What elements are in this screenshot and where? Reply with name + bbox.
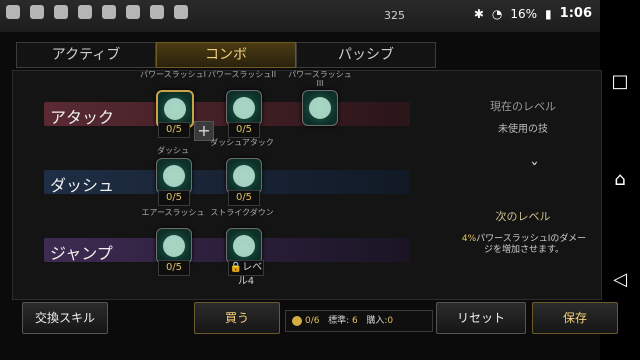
purchase-label: 購入: (366, 316, 388, 326)
skill-level: 0/5 (228, 190, 260, 206)
skill-level: 0/5 (158, 122, 190, 138)
notification-icon (150, 5, 164, 19)
dash-icon (163, 165, 185, 187)
skill-name: パワースラッシュI (140, 70, 206, 79)
notification-icon (54, 5, 68, 19)
chevron-down-icon: ˇ (530, 160, 539, 181)
row-attack-label: アタック (50, 108, 115, 127)
skill-name: ダッシュ (157, 146, 189, 155)
notification-icon (78, 5, 92, 19)
next-level-percent: 4% (461, 234, 477, 244)
recent-apps-icon[interactable]: □ (610, 72, 630, 92)
next-level-label: 次のレベル (495, 210, 551, 223)
skill-name: ストライクダウン (210, 208, 274, 217)
skill-power-slash-3[interactable] (302, 90, 338, 126)
tab-active[interactable]: アクティブ (16, 42, 156, 68)
save-button[interactable]: 保存 (532, 302, 618, 334)
status-number: 325 (384, 9, 405, 22)
clock: 1:06 (559, 6, 592, 21)
status-bar: 325 ✱ ◔ 16% ▮ 1:06 (0, 0, 600, 32)
dash-icon (233, 165, 255, 187)
skill-name: パワースラッシュII (207, 70, 277, 79)
strike-icon (233, 235, 255, 257)
wifi-icon: ◔ (491, 6, 503, 21)
row-dash-label: ダッシュ (50, 176, 115, 195)
back-icon[interactable]: ◁ (610, 270, 630, 290)
bluetooth-icon: ✱ (473, 6, 484, 21)
coin-count: 0/6 (305, 316, 320, 326)
lock-icon: 🔒 (229, 262, 243, 273)
next-level-text: パワースラッシュIのダメージを増加させます。 (476, 234, 587, 255)
notification-icon (30, 5, 44, 19)
current-level-label: 現在のレベル (490, 100, 556, 113)
current-level-value: 未使用の技 (498, 124, 548, 135)
skill-dash-attack[interactable] (226, 158, 262, 194)
skill-level: 0/5 (228, 122, 260, 138)
skill-lock-level: 🔒レベル4 (228, 260, 264, 287)
battery-percent: 16% (510, 6, 538, 21)
next-level-desc: 4%パワースラッシュIのダメージを増加させます。 (458, 234, 590, 256)
reset-button[interactable]: リセット (436, 302, 526, 334)
tab-bar: アクティブ コンボ パッシブ (16, 42, 436, 68)
notification-icon (174, 5, 188, 19)
currency-stats: 0/6 標準: 6 購入:0 (285, 310, 433, 332)
notification-icon (102, 5, 116, 19)
home-icon[interactable]: ⌂ (610, 170, 630, 190)
skill-name: ダッシュアタック (210, 138, 274, 147)
skill-dash[interactable] (156, 158, 192, 194)
skill-level: 0/5 (158, 190, 190, 206)
sword-icon (164, 98, 186, 120)
exchange-skill-button[interactable]: 交換スキル (22, 302, 108, 334)
row-jump-label: ジャンプ (50, 244, 113, 263)
buy-button[interactable]: 買う (194, 302, 280, 334)
coin-icon (292, 315, 302, 326)
skill-strike-down[interactable] (226, 228, 262, 264)
skill-detail: 現在のレベル 未使用の技 次のレベル 4%パワースラッシュIのダメージを増加させ… (448, 70, 598, 298)
skill-name: エアースラッシュ (141, 208, 205, 217)
skill-level: 0/5 (158, 260, 190, 276)
purchase-value: 0 (387, 316, 394, 326)
notification-icon (126, 5, 140, 19)
battery-icon: ▮ (545, 6, 552, 21)
tab-combo[interactable]: コンボ (156, 42, 296, 68)
sword-icon (309, 97, 331, 119)
standard-label: 標準: (328, 316, 350, 326)
skill-air-slash[interactable] (156, 228, 192, 264)
sword-icon (233, 97, 255, 119)
status-icons (6, 5, 188, 19)
skill-power-slash-2[interactable] (226, 90, 262, 126)
standard-value: 6 (352, 316, 358, 326)
notification-icon (6, 5, 20, 19)
skill-name: パワースラッシュIII (288, 70, 352, 88)
status-right: ✱ ◔ 16% ▮ 1:06 (474, 6, 592, 21)
tab-passive[interactable]: パッシブ (296, 42, 436, 68)
air-slash-icon (163, 235, 185, 257)
